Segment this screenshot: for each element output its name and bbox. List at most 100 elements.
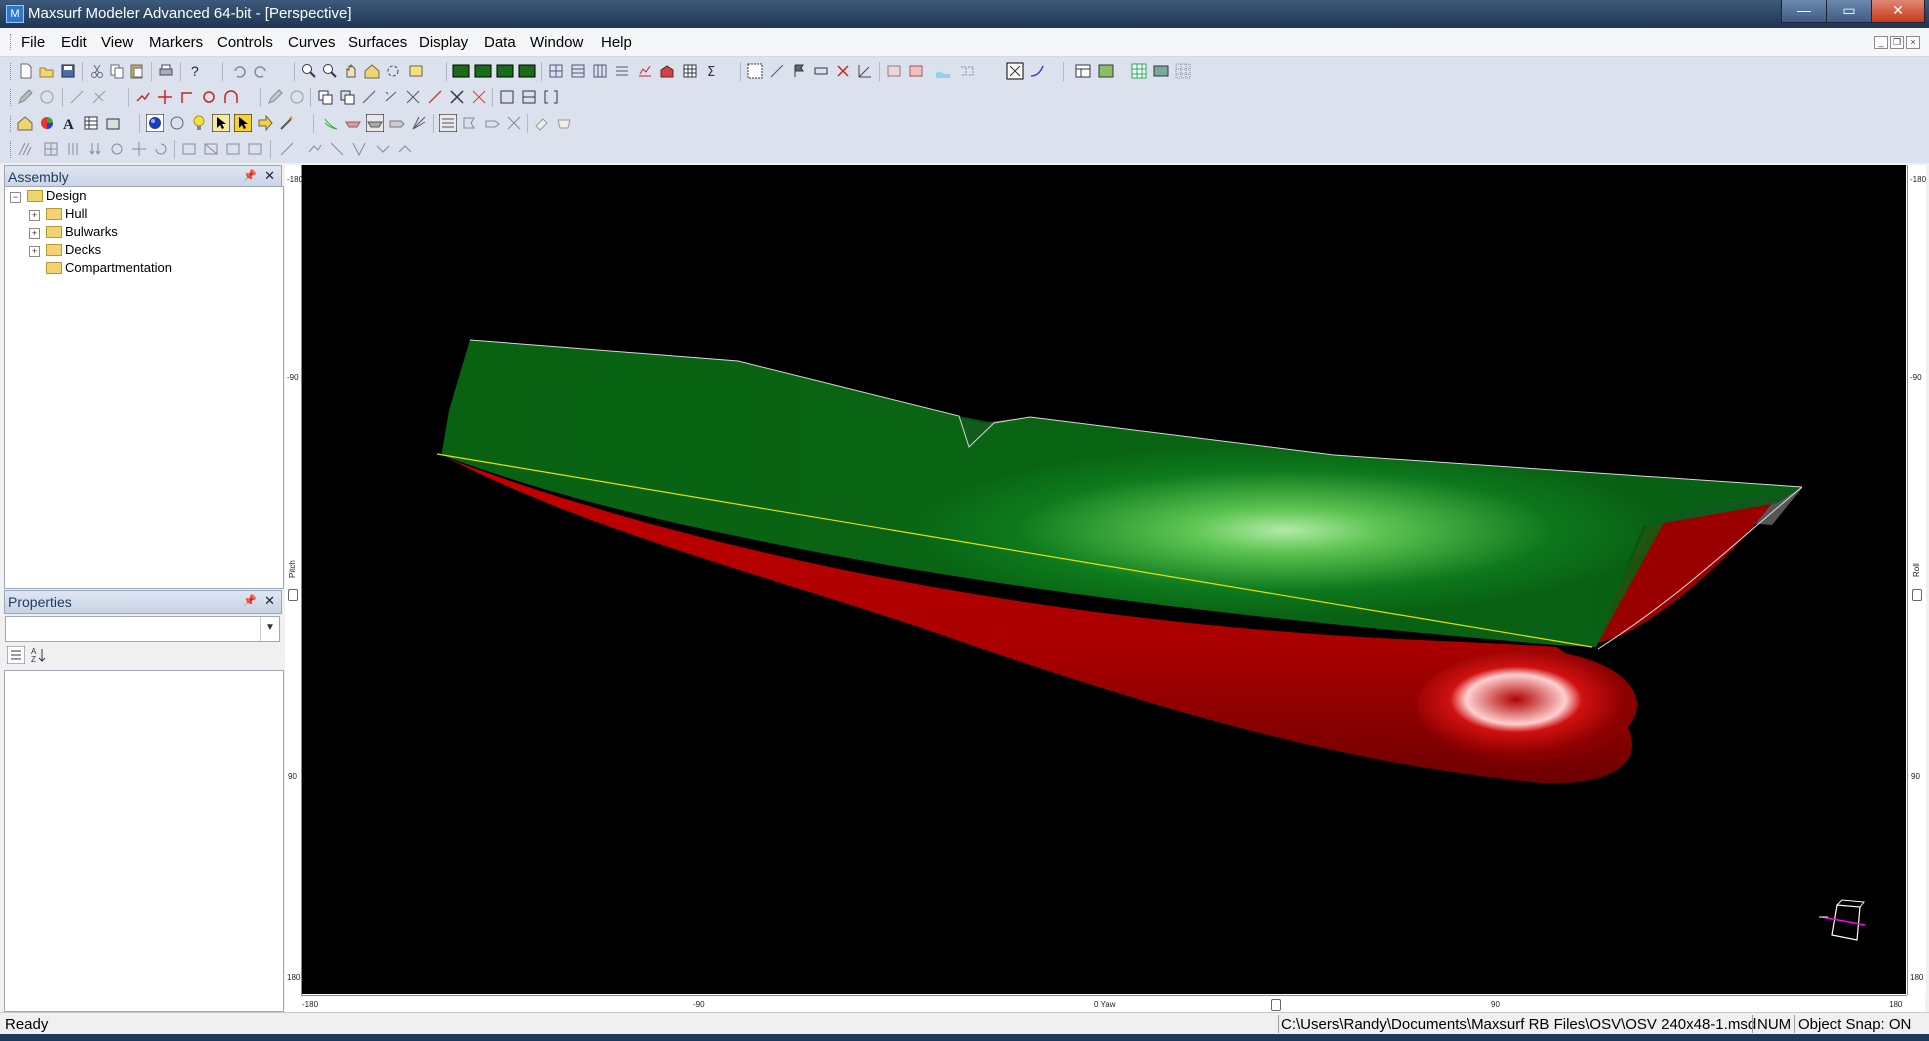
move-a-icon[interactable] [130,140,148,158]
cut-icon[interactable] [88,62,106,80]
scale-icon[interactable] [360,88,378,106]
arc-icon[interactable] [38,88,56,106]
marker-circle-icon[interactable] [200,88,218,106]
tree-item-bulwarks[interactable]: + Bulwarks [5,223,275,241]
connect-icon[interactable] [958,62,976,80]
orientation-cube-icon[interactable] [1819,899,1866,941]
zoom-out-icon[interactable] [321,62,339,80]
layer-select-icon[interactable] [439,114,457,132]
rotate-a-icon[interactable] [108,140,126,158]
duplicate-icon[interactable] [316,88,334,106]
fan-lines-icon[interactable] [410,114,428,132]
marker-arch-icon[interactable] [222,88,240,106]
tools-icon[interactable] [505,114,523,132]
menu-view[interactable]: View [101,34,133,51]
target-icon[interactable] [812,62,830,80]
red-cross-icon[interactable] [834,62,852,80]
categorized-icon[interactable] [7,646,25,664]
menu-curves[interactable]: Curves [288,34,336,51]
pin-icon[interactable]: 📌 [243,169,257,182]
menu-markers[interactable]: Markers [149,34,203,51]
axes-icon[interactable] [856,62,874,80]
curvature-icon[interactable] [636,62,654,80]
yaw-slider-handle[interactable] [1271,999,1281,1011]
render-wireframe-icon[interactable] [452,62,470,80]
tree-item-design[interactable]: − Design [5,187,275,205]
pan-hand-icon[interactable] [342,62,360,80]
text-icon[interactable]: A [60,114,78,132]
hull-arrow-icon[interactable] [388,114,406,132]
render-shaded-icon[interactable] [496,62,514,80]
sphere-icon[interactable] [146,114,164,132]
add-marker-icon[interactable] [134,88,152,106]
curve-tool-icon[interactable] [1028,62,1046,80]
box-d-icon[interactable] [246,140,264,158]
expand-icon[interactable]: + [29,228,40,239]
properties-selector[interactable]: ▼ [5,616,280,642]
pencil-icon[interactable] [16,88,34,106]
expand-icon[interactable]: + [29,246,40,257]
arrow-right-icon[interactable] [256,114,274,132]
stations-icon[interactable] [569,62,587,80]
hull-lines-icon[interactable] [322,114,340,132]
diag-a-icon[interactable] [278,140,296,158]
mdi-restore-button[interactable]: ❐ [1890,36,1904,49]
save-icon[interactable] [59,62,77,80]
maximize-button[interactable]: ▭ [1826,0,1872,23]
copy-icon[interactable] [108,62,126,80]
select-all-icon[interactable] [746,62,764,80]
table-icon[interactable] [681,62,699,80]
diag-e-icon[interactable] [374,140,392,158]
tree-item-hull[interactable]: + Hull [5,205,275,223]
diag-b-icon[interactable] [306,140,324,158]
expand-icon[interactable]: + [29,210,40,221]
surface-edit-icon[interactable] [885,62,903,80]
mdi-close-button[interactable]: × [1906,36,1920,49]
curve-fit-icon[interactable] [288,88,306,106]
box-a-icon[interactable] [180,140,198,158]
bulb-icon[interactable] [190,114,208,132]
menu-display[interactable]: Display [419,34,468,51]
marker-corner-icon[interactable] [178,88,196,106]
close-icon[interactable]: ✕ [264,593,275,609]
paste-icon[interactable] [128,62,146,80]
hull-section-icon[interactable] [344,114,362,132]
sigma-icon[interactable]: Σ [704,62,722,80]
tag-icon[interactable] [483,114,501,132]
yaw-ruler[interactable]: -180 -90 0 Yaw 90 180 [301,995,1907,1013]
menu-controls[interactable]: Controls [217,34,273,51]
trim-icon[interactable] [768,62,786,80]
snap-on-icon[interactable] [1006,62,1024,80]
shrink-view-icon[interactable] [407,62,425,80]
line-edit-icon[interactable] [90,88,108,106]
home-view-icon[interactable] [363,62,381,80]
redo-icon[interactable] [252,62,270,80]
grid-b-icon[interactable] [64,140,82,158]
flag-icon[interactable] [790,62,808,80]
buttocks-icon[interactable] [591,62,609,80]
properties-icon[interactable] [104,114,122,132]
trim-surface-icon[interactable] [448,88,466,106]
move-marker-icon[interactable] [156,88,174,106]
pitch-ruler[interactable]: -180 -90 Pitch 90 180 [285,165,303,995]
rotate-view-icon[interactable] [384,62,402,80]
menu-edit[interactable]: Edit [61,34,87,51]
roll-ruler[interactable]: -180 -90 Roll 90 180 [1907,165,1926,995]
perspective-viewport[interactable] [302,165,1906,994]
zoom-in-icon[interactable] [300,62,318,80]
hatch-icon[interactable] [16,140,34,158]
sort-alpha-icon[interactable]: AZ [30,646,48,664]
diag-d-icon[interactable] [350,140,368,158]
menu-surfaces[interactable]: Surfaces [348,34,407,51]
render-smooth-icon[interactable] [518,62,536,80]
line-icon[interactable] [68,88,86,106]
pitch-slider-handle[interactable] [288,589,298,601]
chevron-down-icon[interactable]: ▼ [260,617,279,641]
edit-pen-icon[interactable] [266,88,284,106]
close-button[interactable]: ✕ [1871,0,1925,23]
help-icon[interactable]: ? [186,62,204,80]
wand-icon[interactable] [278,114,296,132]
print-icon[interactable] [157,62,175,80]
down-arrows-icon[interactable] [86,140,104,158]
app-icon[interactable]: M [6,5,24,23]
